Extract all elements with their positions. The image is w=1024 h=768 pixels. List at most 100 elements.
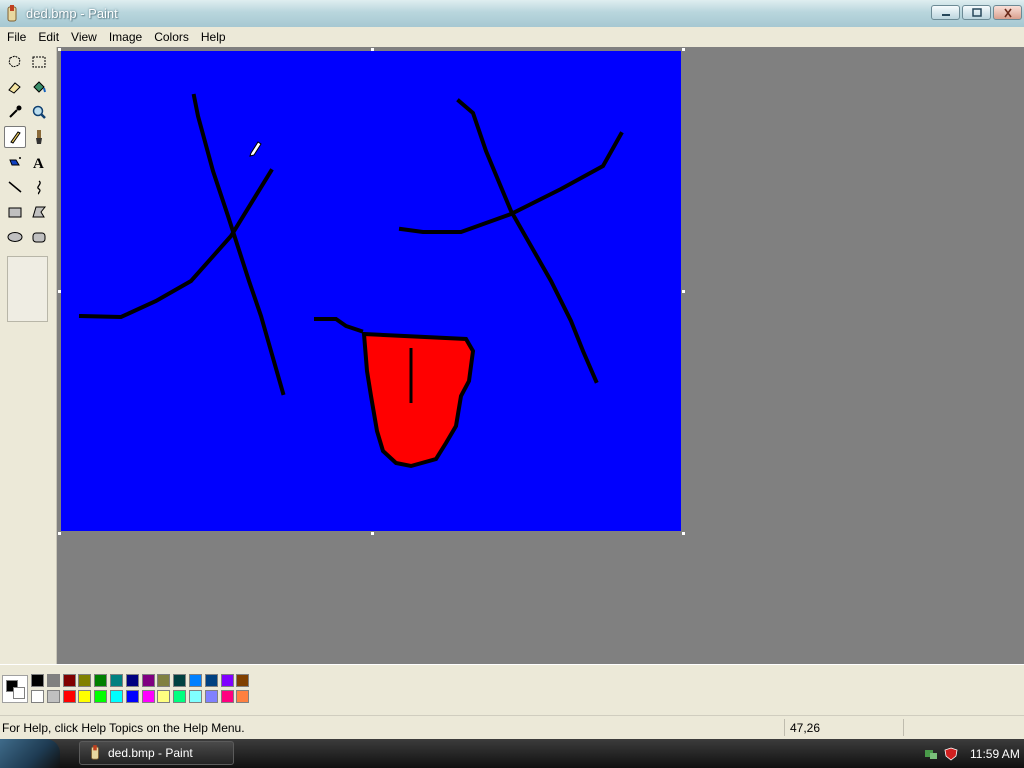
canvas-resize-handle[interactable] bbox=[682, 48, 685, 51]
taskbar-paint-button[interactable]: ded.bmp - Paint bbox=[79, 741, 234, 765]
minimize-button[interactable] bbox=[931, 5, 960, 20]
select-tool[interactable] bbox=[28, 51, 50, 73]
brush-tool[interactable] bbox=[28, 126, 50, 148]
pencil-cursor-icon bbox=[249, 141, 262, 157]
canvas-resize-handle[interactable] bbox=[371, 48, 374, 51]
toolbox: A bbox=[0, 47, 57, 664]
close-icon bbox=[1003, 8, 1012, 17]
free-form-select-tool[interactable] bbox=[4, 51, 26, 73]
right-x-stroke-2 bbox=[398, 131, 624, 234]
security-shield-icon[interactable] bbox=[944, 747, 958, 761]
rectangle-icon bbox=[8, 207, 22, 218]
magnifier-tool[interactable] bbox=[28, 101, 50, 123]
palette-swatch[interactable] bbox=[141, 690, 155, 703]
menu-colors[interactable]: Colors bbox=[148, 28, 195, 46]
rectangle-tool[interactable] bbox=[4, 201, 26, 223]
menu-bar: File Edit View Image Colors Help bbox=[0, 27, 1024, 47]
menu-help[interactable]: Help bbox=[195, 28, 232, 46]
palette-swatch[interactable] bbox=[220, 690, 234, 703]
ellipse-tool[interactable] bbox=[4, 226, 26, 248]
restore-icon bbox=[971, 7, 982, 17]
pick-color-tool[interactable] bbox=[4, 101, 26, 123]
palette-swatch[interactable] bbox=[173, 690, 187, 703]
paint-app-icon bbox=[7, 4, 17, 21]
text-icon: A bbox=[33, 156, 44, 170]
palette-swatch[interactable] bbox=[173, 674, 187, 687]
airbrush-tool[interactable] bbox=[4, 151, 26, 173]
title-bar[interactable]: ded.bmp - Paint bbox=[0, 0, 1024, 27]
close-button[interactable] bbox=[993, 5, 1022, 20]
curve-icon bbox=[37, 180, 41, 195]
palette-swatch[interactable] bbox=[110, 690, 123, 703]
curve-tool[interactable] bbox=[28, 176, 50, 198]
polygon-icon bbox=[32, 206, 47, 218]
pencil-icon bbox=[10, 131, 21, 144]
canvas-resize-handle[interactable] bbox=[58, 532, 61, 535]
palette-swatch[interactable] bbox=[62, 674, 76, 687]
palette-swatch[interactable] bbox=[46, 690, 60, 703]
free-form-select-icon bbox=[8, 55, 21, 68]
brush-icon bbox=[36, 130, 42, 144]
paint-bucket-icon bbox=[33, 81, 46, 93]
palette-swatch[interactable] bbox=[220, 674, 234, 687]
palette-swatch[interactable] bbox=[110, 674, 123, 687]
window-title: ded.bmp - Paint bbox=[26, 6, 118, 21]
eyedropper-icon bbox=[9, 105, 22, 118]
left-x-stroke-1 bbox=[191, 93, 286, 396]
palette-swatch[interactable] bbox=[236, 674, 250, 687]
palette-swatch[interactable] bbox=[94, 690, 108, 703]
palette-swatch[interactable] bbox=[204, 674, 218, 687]
taskbar-clock[interactable]: 11:59 AM bbox=[970, 747, 1020, 761]
taskbar: ded.bmp - Paint 11:59 AM bbox=[0, 739, 1024, 768]
canvas-resize-handle[interactable] bbox=[58, 290, 61, 293]
svg-text:A: A bbox=[33, 156, 44, 170]
palette-swatch[interactable] bbox=[157, 690, 171, 703]
palette-swatch[interactable] bbox=[204, 690, 218, 703]
menu-view[interactable]: View bbox=[65, 28, 103, 46]
palette-swatch[interactable] bbox=[31, 674, 44, 687]
text-tool[interactable]: A bbox=[28, 151, 50, 173]
palette-swatch[interactable] bbox=[141, 674, 155, 687]
menu-edit[interactable]: Edit bbox=[32, 28, 65, 46]
palette-swatch[interactable] bbox=[31, 690, 44, 703]
palette-swatch[interactable] bbox=[189, 690, 202, 703]
start-button[interactable] bbox=[0, 739, 60, 768]
status-divider bbox=[903, 719, 904, 736]
palette-swatch[interactable] bbox=[46, 674, 60, 687]
line-tool[interactable] bbox=[4, 176, 26, 198]
pencil-tool[interactable] bbox=[4, 126, 26, 148]
palette-swatch[interactable] bbox=[236, 690, 250, 703]
magnifier-icon bbox=[32, 105, 46, 119]
restore-button[interactable] bbox=[962, 5, 991, 20]
palette-swatch[interactable] bbox=[94, 674, 108, 687]
canvas-resize-handle[interactable] bbox=[58, 48, 61, 51]
menu-image[interactable]: Image bbox=[103, 28, 148, 46]
palette-swatch[interactable] bbox=[125, 690, 139, 703]
eraser-tool[interactable] bbox=[4, 76, 26, 98]
polygon-tool[interactable] bbox=[28, 201, 50, 223]
current-colors-indicator[interactable] bbox=[2, 675, 28, 703]
palette-swatch[interactable] bbox=[189, 674, 202, 687]
taskbar-paint-label: ded.bmp - Paint bbox=[108, 746, 193, 760]
rounded-rectangle-tool[interactable] bbox=[28, 226, 50, 248]
drawing-canvas[interactable] bbox=[61, 51, 681, 531]
drawing-content bbox=[78, 93, 624, 469]
canvas-workspace bbox=[57, 47, 1024, 664]
system-tray: 11:59 AM bbox=[918, 739, 1024, 768]
left-x-stroke-2 bbox=[78, 168, 274, 320]
canvas-resize-handle[interactable] bbox=[682, 532, 685, 535]
menu-file[interactable]: File bbox=[0, 28, 32, 46]
palette-swatch[interactable] bbox=[78, 674, 92, 687]
tool-options-box[interactable] bbox=[7, 256, 48, 322]
network-icon[interactable] bbox=[924, 747, 938, 761]
palette-swatch[interactable] bbox=[157, 674, 171, 687]
palette-swatch[interactable] bbox=[62, 690, 76, 703]
mouth-line bbox=[314, 317, 364, 334]
canvas-resize-handle[interactable] bbox=[682, 290, 685, 293]
palette-swatch[interactable] bbox=[78, 690, 92, 703]
palette-swatch[interactable] bbox=[125, 674, 139, 687]
canvas-resize-handle[interactable] bbox=[371, 532, 374, 535]
fill-with-color-tool[interactable] bbox=[28, 76, 50, 98]
minimize-icon bbox=[941, 13, 950, 16]
status-divider bbox=[784, 719, 785, 736]
